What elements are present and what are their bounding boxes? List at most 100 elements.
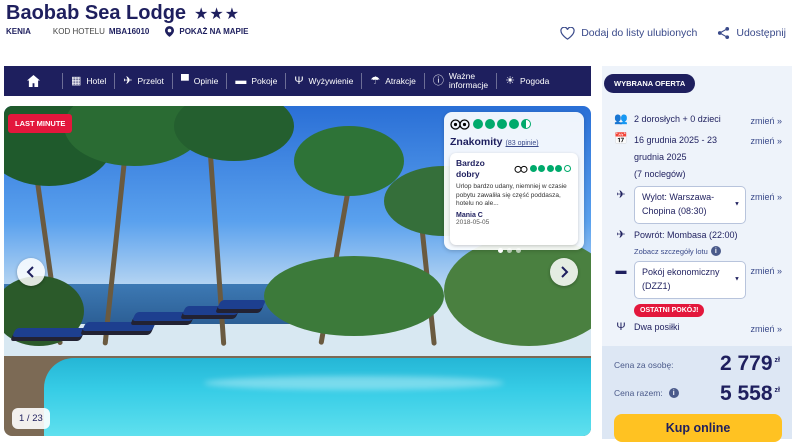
hotel-navbar: ▦ Hotel ✈ Przelot ▀ Opinie ▬ Pokoje Ψ Wyżywie… — [4, 66, 591, 96]
board-value: Dwa posiłki — [634, 322, 680, 332]
nav-item-weather-label: Pogoda — [520, 76, 550, 86]
photo-lounger — [81, 322, 157, 331]
nav-item-hotel-label: Hotel — [86, 76, 107, 86]
review-item-bubbles — [529, 165, 573, 173]
rating-bubble — [555, 165, 562, 173]
review-text: Urlop bardzo udany, niemniej w czasie po… — [456, 183, 567, 208]
add-to-favorites-button[interactable]: Dodaj do listy ulubionych — [560, 26, 698, 40]
room-select[interactable]: Pokój ekonomiczny (DZZ1) ▼ — [634, 261, 746, 299]
nav-item-weather[interactable]: ☀ Pogoda — [496, 73, 557, 89]
nav-item-rooms-label: Pokoje — [251, 76, 278, 86]
share-icon — [718, 26, 730, 40]
nav-item-flight[interactable]: ✈ Przelot — [114, 73, 172, 89]
last-minute-badge: LAST MINUTE — [8, 114, 73, 133]
info-icon[interactable]: i — [668, 388, 679, 398]
umbrella-icon: ☂ — [370, 74, 381, 87]
rating-bubble — [563, 165, 571, 173]
rating-bubble — [485, 119, 495, 129]
review-summary-card[interactable]: Znakomity (83 opinie) Bardzo dobry Urlop … — [444, 112, 584, 250]
people-icon: 👥 — [614, 113, 628, 125]
rating-word: Znakomity — [450, 136, 503, 148]
nav-item-hotel[interactable]: ▦ Hotel — [62, 73, 114, 89]
chevron-left-icon — [26, 266, 34, 278]
gallery-counter: 1 / 23 — [12, 408, 50, 429]
photo-lounger — [216, 300, 267, 309]
room-line2: (DZZ1) — [642, 280, 671, 291]
dates-value: 16 grudnia 2025 - 23 grudnia 2025 (7 nocle… — [634, 132, 717, 183]
rating-bubble — [521, 119, 531, 129]
hotel-stars: ★★★ — [194, 5, 241, 23]
dates-line2: grudnia 2025 — [634, 152, 687, 163]
dates-line1: 16 grudnia 2025 - 23 — [634, 135, 718, 145]
hotel-country: KENIA — [6, 27, 31, 36]
show-map-link[interactable]: POKAŻ NA MAPIE — [165, 26, 248, 37]
departure-line2: Chopina (08:30) — [642, 205, 707, 216]
heart-icon — [560, 26, 575, 40]
photo-foliage — [294, 126, 404, 196]
rating-bubble — [546, 165, 554, 173]
reviews-count-link[interactable]: (83 opinie) — [506, 140, 539, 147]
change-departure-link[interactable]: zmień » — [750, 192, 782, 202]
info-icon: ⓘ — [432, 74, 444, 87]
change-dates-link[interactable]: zmień » — [750, 136, 782, 146]
gallery-prev-button[interactable] — [17, 258, 45, 286]
chat-icon: ▀ — [180, 74, 189, 87]
review-date: 2018-05-05 — [456, 218, 490, 226]
photo-lounger — [11, 328, 87, 337]
info-icon: i — [710, 246, 721, 256]
review-author: Mania C — [456, 211, 483, 219]
map-pin-icon — [165, 26, 175, 37]
carousel-dot[interactable] — [507, 248, 512, 253]
nights-value: (7 noclegów) — [634, 169, 686, 180]
nav-item-board[interactable]: Ψ Wyżywienie — [285, 73, 361, 89]
rating-bubble — [538, 165, 545, 173]
nav-home[interactable] — [4, 66, 62, 96]
add-to-favorites-label: Dodaj do listy ulubionych — [581, 27, 698, 39]
rating-bubble — [509, 119, 519, 129]
dropdown-caret-icon: ▼ — [734, 201, 740, 208]
last-room-badge: OSTATNI POKÓJ! — [634, 304, 705, 317]
price-per-person-value: 2 779 zł — [720, 352, 780, 376]
plane-icon: ✈ — [123, 74, 133, 87]
change-room-link[interactable]: zmień » — [750, 266, 782, 276]
chevron-right-icon — [561, 266, 569, 278]
carousel-dot[interactable] — [516, 248, 521, 253]
tripadvisor-owl-icon — [514, 165, 527, 173]
gallery-next-button[interactable] — [550, 258, 578, 286]
selected-offer-badge: WYBRANA OFERTA — [604, 74, 696, 93]
currency-label: zł — [774, 357, 780, 364]
tripadvisor-owl-icon — [450, 119, 470, 130]
cutlery-icon: Ψ — [294, 74, 304, 87]
rating-bubble — [473, 119, 483, 129]
change-board-link[interactable]: zmień » — [750, 324, 782, 334]
price-total-value: 5 558 zł — [720, 382, 780, 406]
nav-item-attractions[interactable]: ☂ Atrakcje — [361, 73, 424, 89]
show-map-label: POKAŻ NA MAPIE — [179, 27, 249, 36]
nav-item-reviews-label: Opinie — [193, 76, 219, 86]
price-per-person-label: Cena za osobę: — [614, 360, 674, 370]
flight-details-link[interactable]: Zobacz szczegóły lotu i — [634, 246, 721, 256]
nav-item-attractions-label: Atrakcje — [385, 76, 416, 86]
photo-pool — [44, 358, 591, 436]
departure-select[interactable]: Wylot: Warszawa- Chopina (08:30) ▼ — [634, 186, 746, 224]
change-guests-link[interactable]: zmień » — [750, 116, 782, 126]
home-icon — [26, 75, 40, 87]
return-value: Powrót: Mombasa (22:00) — [634, 230, 738, 240]
buy-online-button[interactable]: Kup online — [614, 414, 782, 442]
share-button[interactable]: Udostępnij — [717, 26, 786, 40]
bed-icon: ▬ — [615, 265, 627, 277]
nav-item-important-info[interactable]: ⓘ Ważne informacje — [423, 72, 496, 90]
carousel-dot[interactable] — [498, 248, 503, 253]
hotel-code-value: MBA16010 — [108, 27, 150, 36]
nav-item-reviews[interactable]: ▀ Opinie — [171, 73, 226, 89]
nav-item-important-info-label: Ważne informacje — [449, 72, 488, 90]
guests-value: 2 dorosłych + 0 dzieci — [634, 114, 721, 124]
nav-item-flight-label: Przelot — [137, 76, 164, 86]
nav-item-rooms[interactable]: ▬ Pokoje — [226, 73, 285, 89]
photo-pool-reflection — [204, 376, 504, 390]
price-per-person-amount: 2 779 — [719, 352, 773, 375]
share-label: Udostępnij — [736, 27, 786, 39]
photo-foliage — [264, 256, 444, 336]
hotel-name: Baobab Sea Lodge — [6, 2, 187, 24]
calendar-icon: 📅 — [614, 133, 628, 145]
